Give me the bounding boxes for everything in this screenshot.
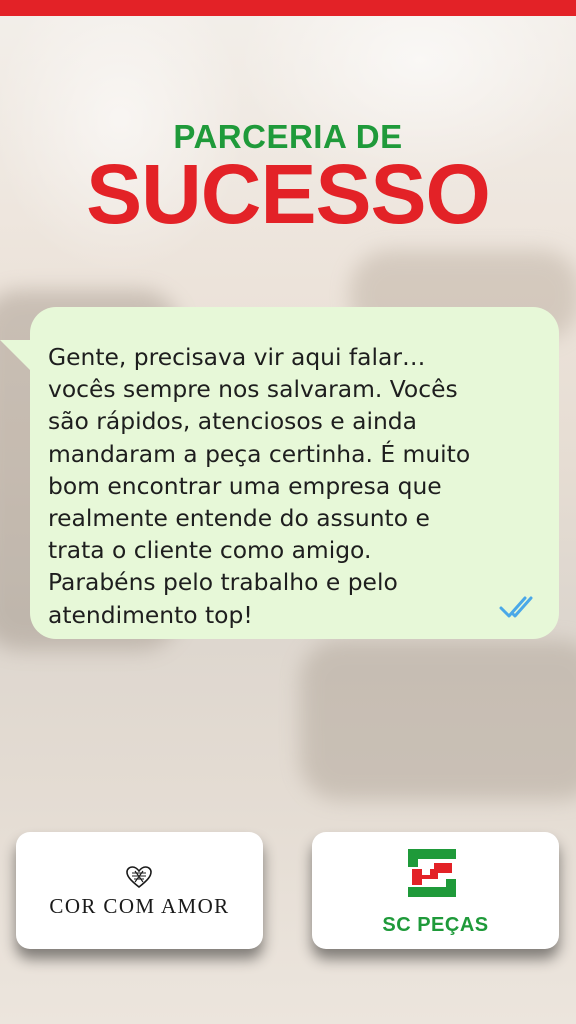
sc-logo-icon (408, 849, 456, 897)
background-shade (300, 640, 576, 800)
partner-card-sc-pecas: SC PEÇAS (312, 832, 559, 949)
heart-icon (126, 866, 152, 888)
partner-name-right: SC PEÇAS (382, 914, 489, 936)
message-text: Gente, precisava vir aqui falar… vocês s… (48, 343, 471, 629)
partner-name-left: COR COM AMOR (49, 894, 230, 918)
partner-card-cor-com-amor: COR COM AMOR (16, 832, 263, 949)
message-bubble: Gente, precisava vir aqui falar… vocês s… (30, 307, 559, 639)
title-main: SUCESSO (86, 147, 491, 241)
double-check-icon (499, 596, 533, 618)
top-accent-bar (0, 0, 576, 16)
